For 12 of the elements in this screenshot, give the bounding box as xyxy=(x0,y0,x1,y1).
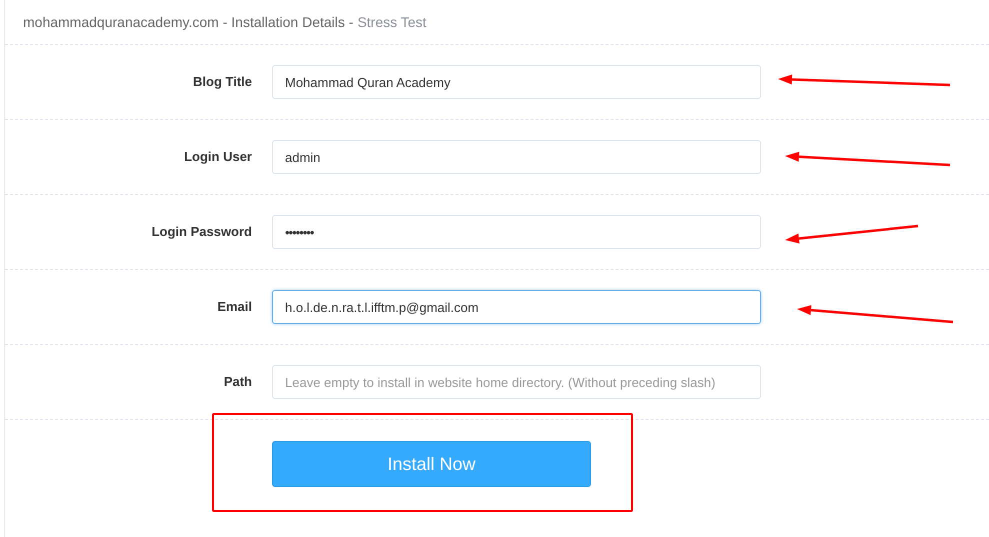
field-label: Login Password xyxy=(150,223,252,242)
page-title: mohammadquranacademy.com - Installation Details - xyxy=(23,12,354,32)
input-field[interactable]: Mohammad Quran Academy xyxy=(272,65,761,99)
field-label: Blog Title xyxy=(192,73,252,92)
field-label: Email xyxy=(216,298,252,316)
input-field[interactable]: Leave empty to install in website home directory. (Without preceding slash) xyxy=(272,365,761,399)
page-subtitle: Stress Test xyxy=(357,12,426,32)
input-field[interactable]: admin xyxy=(272,140,761,174)
field-label: Login User xyxy=(183,148,252,166)
field-label: Path xyxy=(222,373,252,392)
input-field[interactable]: h.o.l.de.n.ra.t.l.ifftm.p@gmail.com xyxy=(272,290,761,324)
password-field[interactable]: •••••••• xyxy=(272,215,761,249)
